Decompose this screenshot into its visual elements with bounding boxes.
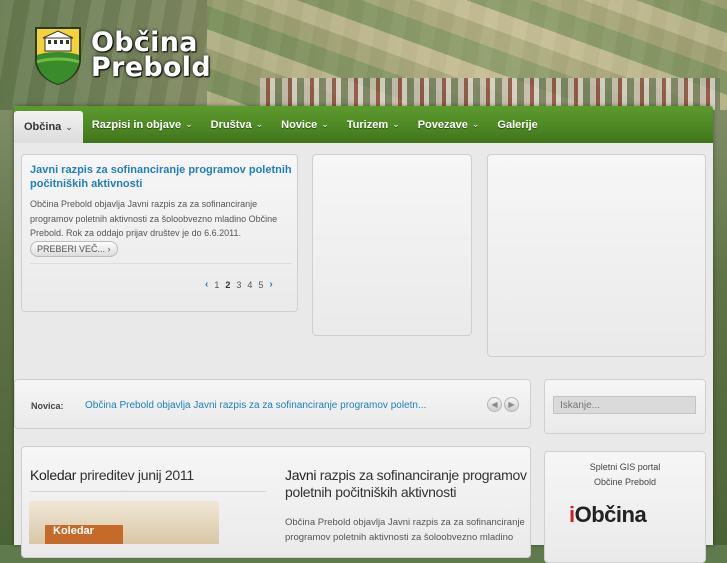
prev-arrow-icon[interactable]: ‹ xyxy=(205,279,208,290)
article-title-rest: razpis za sofinanciranje programov polet… xyxy=(285,467,527,500)
nav-item-label: Galerije xyxy=(497,118,538,131)
calendar-image[interactable]: Koledar xyxy=(29,501,219,544)
pager-page-3[interactable]: 3 xyxy=(236,280,241,290)
site-name-line2: Prebold xyxy=(91,52,211,83)
pager-page-5[interactable]: 5 xyxy=(258,280,263,290)
nav-item-drustva[interactable]: Društva ⌄ xyxy=(202,106,273,143)
arrow-right-icon: › xyxy=(107,244,111,254)
chevron-down-icon: ⌄ xyxy=(321,119,329,129)
nav-item-razpisi[interactable]: Razpisi in objave ⌄ xyxy=(83,106,202,143)
ticker-prev-icon[interactable]: ◀ xyxy=(487,397,502,412)
site-logo[interactable]: Občina Prebold xyxy=(33,25,211,86)
nav-item-turizem[interactable]: Turizem ⌄ xyxy=(338,106,409,143)
calendar-title-strong: Koledar xyxy=(30,467,77,483)
main-nav: Občina ⌄ Razpisi in objave ⌄ Društva ⌄ N… xyxy=(14,106,713,143)
ticker-label: Novica: xyxy=(31,401,64,411)
divider xyxy=(30,263,292,264)
middle-panel xyxy=(312,154,472,336)
chevron-down-icon: ⌄ xyxy=(471,119,480,129)
nav-item-galerije[interactable]: Galerije xyxy=(488,106,546,143)
slide-title-link[interactable]: Javni razpis za sofinanciranje programov… xyxy=(30,163,292,191)
slider-pager: ‹ 1 2 3 4 5 › xyxy=(205,279,273,290)
coat-of-arms-icon xyxy=(33,25,83,86)
calendar-title-rest: prireditev junij 2011 xyxy=(76,467,194,483)
calendar-image-tag: Koledar xyxy=(45,525,123,544)
gis-line1: Spletni GIS portal xyxy=(589,462,661,472)
nav-item-label: Povezave xyxy=(417,118,468,131)
iobcina-logo[interactable]: iObčina xyxy=(569,502,647,528)
nav-item-label: Turizem xyxy=(346,118,389,131)
nav-item-obcina[interactable]: Občina ⌄ xyxy=(14,111,83,143)
chevron-down-icon: ⌄ xyxy=(185,119,193,129)
next-arrow-icon[interactable]: › xyxy=(269,279,272,290)
chevron-down-icon: ⌄ xyxy=(255,119,264,129)
chevron-down-icon: ⌄ xyxy=(392,119,400,129)
search-input[interactable] xyxy=(553,396,696,414)
gis-panel[interactable]: Spletni GIS portal Občine Prebold iObčin… xyxy=(544,451,706,563)
chevron-down-icon: ⌄ xyxy=(65,121,73,132)
pager-page-1[interactable]: 1 xyxy=(214,280,219,290)
nav-item-povezave[interactable]: Povezave ⌄ xyxy=(409,106,489,143)
search-panel xyxy=(544,379,706,434)
divider xyxy=(30,491,266,492)
article-text: Občina Prebold objavlja Javni razpis za … xyxy=(285,517,525,543)
gis-line2: Občine Prebold xyxy=(593,477,657,487)
pager-page-4[interactable]: 4 xyxy=(247,280,252,290)
gis-text: Spletni GIS portal Občine Prebold xyxy=(545,460,705,490)
site-name: Občina Prebold xyxy=(91,29,211,83)
nav-item-label: Občina xyxy=(24,121,62,133)
iobcina-logo-text: Občina xyxy=(574,502,647,527)
nav-item-label: Novice xyxy=(281,118,318,131)
featured-slider: Javni razpis za sofinanciranje programov… xyxy=(21,154,298,312)
nav-item-novice[interactable]: Novice ⌄ xyxy=(272,106,338,143)
ticker-link[interactable]: Občina Prebold objavlja Javni razpis za … xyxy=(85,400,426,411)
nav-item-label: Razpisi in objave xyxy=(91,118,182,131)
slide-text: Občina Prebold objavlja Javni razpis za … xyxy=(30,199,278,238)
article-title-strong: Javni xyxy=(285,467,317,483)
calendar-title[interactable]: Koledar prireditev junij 2011 xyxy=(30,467,194,483)
read-more-label: PREBERI VEČ... xyxy=(37,244,106,254)
pager-page-2[interactable]: 2 xyxy=(225,280,230,290)
article-title[interactable]: Javni razpis za sofinanciranje programov… xyxy=(285,467,530,501)
news-ticker: Novica: Občina Prebold objavlja Javni ra… xyxy=(14,379,531,429)
nav-item-label: Društva xyxy=(210,118,252,131)
ticker-next-icon[interactable]: ▶ xyxy=(504,397,519,412)
right-panel xyxy=(487,154,706,357)
read-more-button[interactable]: PREBERI VEČ... › xyxy=(30,241,118,257)
